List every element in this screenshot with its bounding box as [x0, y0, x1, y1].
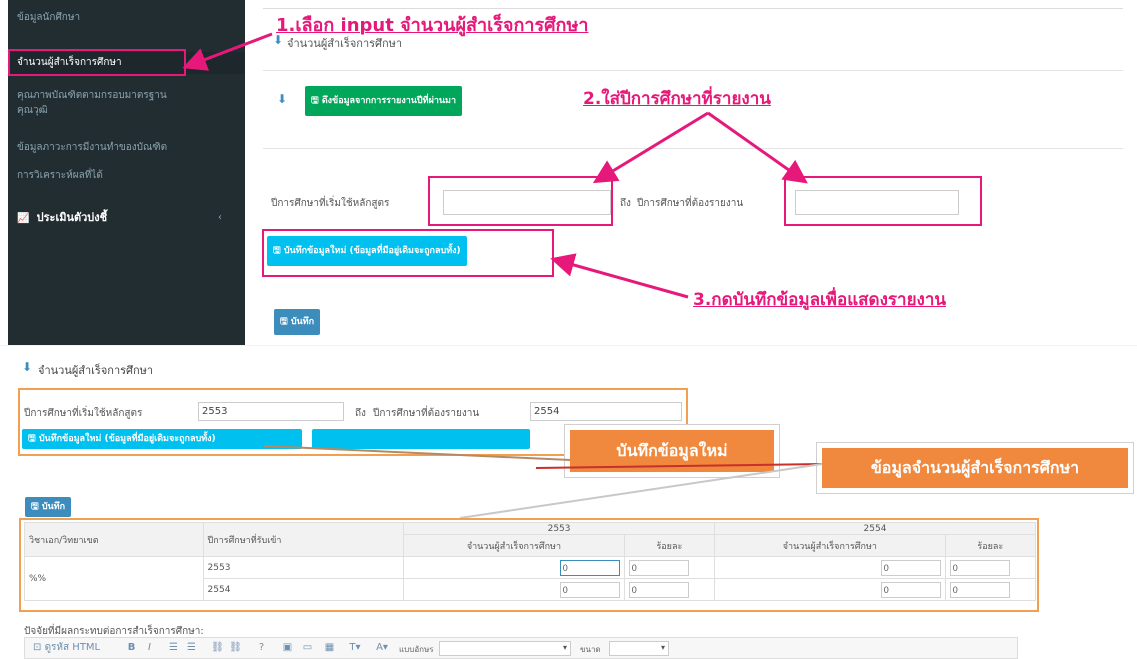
editor-toolbar: ⊡ ดูรหัส HTML B I ☰ ☰ ⛓ ⛓ ? ▣ ▭ ▦ T▾ A▾ …	[24, 637, 1018, 659]
header-percent-2: ร้อยละ	[944, 534, 1037, 557]
tutorial-screenshot-top: ข้อมูลนักศึกษา จำนวนผู้สำเร็จการศึกษา คุ…	[0, 0, 1137, 345]
table-icon[interactable]: ▭	[301, 642, 314, 654]
font-select[interactable]: ▾	[439, 641, 571, 656]
percent-cell	[944, 578, 1037, 601]
header-entry-year: ปีการศึกษาที่รับเข้า	[202, 522, 405, 557]
link-icon[interactable]: ⛓	[211, 642, 224, 654]
annotation-arrows	[182, 32, 808, 299]
image-icon[interactable]: ▣	[281, 642, 294, 654]
count-cell	[403, 578, 625, 601]
count-cell	[714, 556, 946, 579]
italic-icon[interactable]: I	[143, 642, 156, 654]
special-char-icon[interactable]: ▦	[323, 642, 336, 654]
tutorial-screenshot-bottom: ⬇ จำนวนผู้สำเร็จการศึกษา ปีการศึกษาที่เร…	[0, 345, 1137, 659]
font-label: แบบอักษร	[399, 645, 434, 654]
entry-year-cell: 2553	[202, 556, 405, 579]
percent-input[interactable]	[628, 559, 689, 576]
bullet-list-icon[interactable]: ☰	[185, 642, 198, 654]
percent-input[interactable]	[949, 581, 1010, 598]
text-color-icon[interactable]: T▾	[345, 642, 365, 654]
help-icon[interactable]: ?	[255, 642, 268, 654]
percent-input[interactable]	[628, 581, 689, 598]
graduates-table: วิชาเอก/วิทยาเขต ปีการศึกษาที่รับเข้า 25…	[24, 522, 1037, 601]
bg-color-icon[interactable]: A▾	[371, 642, 393, 654]
entry-year-cell: 2554	[202, 578, 405, 601]
size-label: ขนาด	[580, 645, 601, 654]
arrow-step3	[550, 253, 689, 299]
count-input[interactable]	[559, 559, 620, 576]
connector-save-new	[263, 445, 571, 461]
percent-cell	[623, 556, 716, 579]
major-cell: %%	[24, 556, 204, 601]
save-button[interactable]: 🖫 บันทึก	[25, 497, 72, 517]
table-header-row: วิชาเอก/วิทยาเขต ปีการศึกษาที่รับเข้า 25…	[24, 522, 1036, 557]
bold-icon[interactable]: B	[125, 642, 138, 654]
percent-cell	[944, 556, 1037, 579]
arrow-step2-left	[592, 111, 709, 184]
header-percent-1: ร้อยละ	[623, 534, 716, 557]
header-count-1: จำนวนผู้สำเร็จการศึกษา	[403, 534, 625, 557]
connector-table	[459, 463, 823, 519]
header-major: วิชาเอก/วิทยาเขต	[24, 522, 204, 557]
source-label: ดูรหัส HTML	[44, 642, 101, 653]
percent-input[interactable]	[949, 559, 1010, 576]
unlink-icon[interactable]: ⛓	[229, 642, 242, 654]
source-button[interactable]: ⊡ ดูรหัส HTML	[33, 642, 113, 654]
count-input[interactable]	[559, 581, 620, 598]
numbered-list-icon[interactable]: ☰	[167, 642, 180, 654]
header-count-2: จำนวนผู้สำเร็จการศึกษา	[714, 534, 946, 557]
header-year-group-1: 2553	[403, 522, 716, 535]
save-icon: 🖫	[31, 502, 39, 512]
count-input[interactable]	[880, 581, 941, 598]
percent-cell	[623, 578, 716, 601]
arrow-step1	[182, 32, 273, 71]
arrow-step2-right	[707, 111, 808, 184]
count-input[interactable]	[880, 559, 941, 576]
table-row: %% 2553	[24, 556, 1037, 601]
chevron-down-icon: ▾	[660, 643, 665, 652]
connector-graduate-data	[535, 463, 823, 469]
size-select[interactable]: ▾	[609, 641, 669, 656]
callout-connectors	[263, 445, 823, 519]
header-year-group-2: 2554	[714, 522, 1036, 535]
save-label: บันทึก	[41, 502, 66, 512]
count-cell	[714, 578, 946, 601]
count-cell	[403, 556, 625, 579]
chevron-down-icon: ▾	[562, 643, 567, 652]
